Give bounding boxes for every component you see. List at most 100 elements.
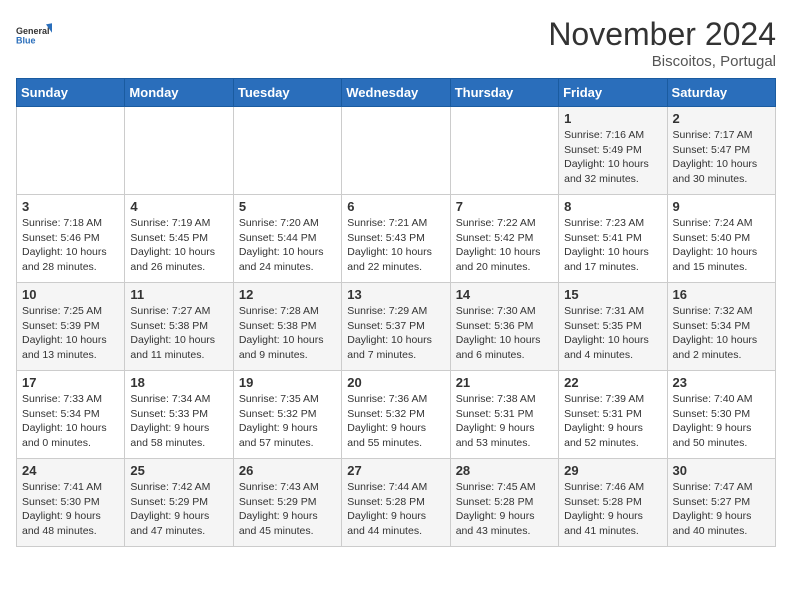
weekday-header-row: SundayMondayTuesdayWednesdayThursdayFrid… [17,79,776,107]
day-number: 14 [456,287,553,302]
day-number: 15 [564,287,661,302]
day-info: Sunrise: 7:42 AM Sunset: 5:29 PM Dayligh… [130,480,227,539]
calendar-cell: 22 Sunrise: 7:39 AM Sunset: 5:31 PM Dayli… [559,371,667,459]
day-number: 12 [239,287,336,302]
calendar-cell: 11Sunrise: 7:27 AM Sunset: 5:38 PM Dayli… [125,283,233,371]
week-row-3: 10 Sunrise: 7:25 AM Sunset: 5:39 PM Dayli… [17,283,776,371]
day-info: Sunrise: 7:29 AM Sunset: 5:37 PM Dayligh… [347,304,444,363]
calendar-cell: 30 Sunrise: 7:47 AM Sunset: 5:27 PM Dayli… [667,459,775,547]
calendar-cell: 10 Sunrise: 7:25 AM Sunset: 5:39 PM Dayli… [17,283,125,371]
calendar-cell: 15 Sunrise: 7:31 AM Sunset: 5:35 PM Dayli… [559,283,667,371]
day-number: 26 [239,463,336,478]
svg-text:General: General [16,26,50,36]
calendar-cell: 27 Sunrise: 7:44 AM Sunset: 5:28 PM Dayli… [342,459,450,547]
calendar-cell: 3 Sunrise: 7:18 AM Sunset: 5:46 PM Daylig… [17,195,125,283]
day-info: Sunrise: 7:46 AM Sunset: 5:28 PM Dayligh… [564,480,661,539]
calendar-cell: 2Sunrise: 7:17 AM Sunset: 5:47 PM Daylig… [667,107,775,195]
logo: General Blue [16,16,52,52]
weekday-header-friday: Friday [559,79,667,107]
day-info: Sunrise: 7:20 AM Sunset: 5:44 PM Dayligh… [239,216,336,275]
day-number: 16 [673,287,770,302]
calendar-cell: 14 Sunrise: 7:30 AM Sunset: 5:36 PM Dayli… [450,283,558,371]
calendar-cell: 16 Sunrise: 7:32 AM Sunset: 5:34 PM Dayli… [667,283,775,371]
day-number: 5 [239,199,336,214]
calendar-cell: 25 Sunrise: 7:42 AM Sunset: 5:29 PM Dayli… [125,459,233,547]
day-number: 23 [673,375,770,390]
day-info: Sunrise: 7:43 AM Sunset: 5:29 PM Dayligh… [239,480,336,539]
day-info: Sunrise: 7:25 AM Sunset: 5:39 PM Dayligh… [22,304,119,363]
location-subtitle: Biscoitos, Portugal [548,53,776,70]
day-number: 24 [22,463,119,478]
day-info: Sunrise: 7:18 AM Sunset: 5:46 PM Dayligh… [22,216,119,275]
day-number: 20 [347,375,444,390]
day-info: Sunrise: 7:40 AM Sunset: 5:30 PM Dayligh… [673,392,770,451]
month-title: November 2024 [548,16,776,53]
day-number: 18 [130,375,227,390]
weekday-header-monday: Monday [125,79,233,107]
day-info: Sunrise: 7:33 AM Sunset: 5:34 PM Dayligh… [22,392,119,451]
calendar-cell: 26 Sunrise: 7:43 AM Sunset: 5:29 PM Dayli… [233,459,341,547]
day-number: 11 [130,287,227,302]
day-info: Sunrise: 7:28 AM Sunset: 5:38 PM Dayligh… [239,304,336,363]
calendar-cell [17,107,125,195]
calendar-cell: 13 Sunrise: 7:29 AM Sunset: 5:37 PM Dayli… [342,283,450,371]
calendar-cell [125,107,233,195]
calendar-cell: 7 Sunrise: 7:22 AM Sunset: 5:42 PM Daylig… [450,195,558,283]
day-number: 7 [456,199,553,214]
day-info: Sunrise: 7:17 AM Sunset: 5:47 PM Dayligh… [673,128,770,187]
day-info: Sunrise: 7:39 AM Sunset: 5:31 PM Dayligh… [564,392,661,451]
day-info: Sunrise: 7:30 AM Sunset: 5:36 PM Dayligh… [456,304,553,363]
weekday-header-wednesday: Wednesday [342,79,450,107]
day-number: 17 [22,375,119,390]
weekday-header-thursday: Thursday [450,79,558,107]
logo-bird-icon: General Blue [16,16,52,52]
day-number: 27 [347,463,444,478]
calendar-cell [233,107,341,195]
day-info: Sunrise: 7:32 AM Sunset: 5:34 PM Dayligh… [673,304,770,363]
week-row-2: 3 Sunrise: 7:18 AM Sunset: 5:46 PM Daylig… [17,195,776,283]
day-number: 8 [564,199,661,214]
day-info: Sunrise: 7:47 AM Sunset: 5:27 PM Dayligh… [673,480,770,539]
calendar-table: SundayMondayTuesdayWednesdayThursdayFrid… [16,78,776,547]
title-area: November 2024 Biscoitos, Portugal [548,16,776,70]
weekday-header-tuesday: Tuesday [233,79,341,107]
calendar-cell [342,107,450,195]
day-number: 10 [22,287,119,302]
day-info: Sunrise: 7:31 AM Sunset: 5:35 PM Dayligh… [564,304,661,363]
day-number: 4 [130,199,227,214]
calendar-cell: 12 Sunrise: 7:28 AM Sunset: 5:38 PM Dayli… [233,283,341,371]
day-info: Sunrise: 7:21 AM Sunset: 5:43 PM Dayligh… [347,216,444,275]
week-row-4: 17 Sunrise: 7:33 AM Sunset: 5:34 PM Dayli… [17,371,776,459]
day-info: Sunrise: 7:35 AM Sunset: 5:32 PM Dayligh… [239,392,336,451]
calendar-cell: 24 Sunrise: 7:41 AM Sunset: 5:30 PM Dayli… [17,459,125,547]
calendar-cell: 4 Sunrise: 7:19 AM Sunset: 5:45 PM Daylig… [125,195,233,283]
calendar-cell: 8 Sunrise: 7:23 AM Sunset: 5:41 PM Daylig… [559,195,667,283]
day-info: Sunrise: 7:44 AM Sunset: 5:28 PM Dayligh… [347,480,444,539]
calendar-cell: 17 Sunrise: 7:33 AM Sunset: 5:34 PM Dayli… [17,371,125,459]
day-info: Sunrise: 7:41 AM Sunset: 5:30 PM Dayligh… [22,480,119,539]
day-number: 30 [673,463,770,478]
day-number: 9 [673,199,770,214]
day-info: Sunrise: 7:23 AM Sunset: 5:41 PM Dayligh… [564,216,661,275]
day-info: Sunrise: 7:22 AM Sunset: 5:42 PM Dayligh… [456,216,553,275]
day-number: 6 [347,199,444,214]
day-number: 3 [22,199,119,214]
day-info: Sunrise: 7:24 AM Sunset: 5:40 PM Dayligh… [673,216,770,275]
day-number: 1 [564,111,661,126]
day-number: 22 [564,375,661,390]
calendar-cell: 9 Sunrise: 7:24 AM Sunset: 5:40 PM Daylig… [667,195,775,283]
calendar-cell: 5 Sunrise: 7:20 AM Sunset: 5:44 PM Daylig… [233,195,341,283]
weekday-header-sunday: Sunday [17,79,125,107]
week-row-1: 1 Sunrise: 7:16 AM Sunset: 5:49 PM Daylig… [17,107,776,195]
day-number: 13 [347,287,444,302]
day-info: Sunrise: 7:34 AM Sunset: 5:33 PM Dayligh… [130,392,227,451]
day-info: Sunrise: 7:19 AM Sunset: 5:45 PM Dayligh… [130,216,227,275]
day-info: Sunrise: 7:45 AM Sunset: 5:28 PM Dayligh… [456,480,553,539]
calendar-cell: 20Sunrise: 7:36 AM Sunset: 5:32 PM Dayli… [342,371,450,459]
day-info: Sunrise: 7:16 AM Sunset: 5:49 PM Dayligh… [564,128,661,187]
day-number: 25 [130,463,227,478]
svg-text:Blue: Blue [16,36,36,46]
calendar-cell: 21Sunrise: 7:38 AM Sunset: 5:31 PM Dayli… [450,371,558,459]
calendar-cell: 18 Sunrise: 7:34 AM Sunset: 5:33 PM Dayli… [125,371,233,459]
calendar-cell: 28Sunrise: 7:45 AM Sunset: 5:28 PM Dayli… [450,459,558,547]
